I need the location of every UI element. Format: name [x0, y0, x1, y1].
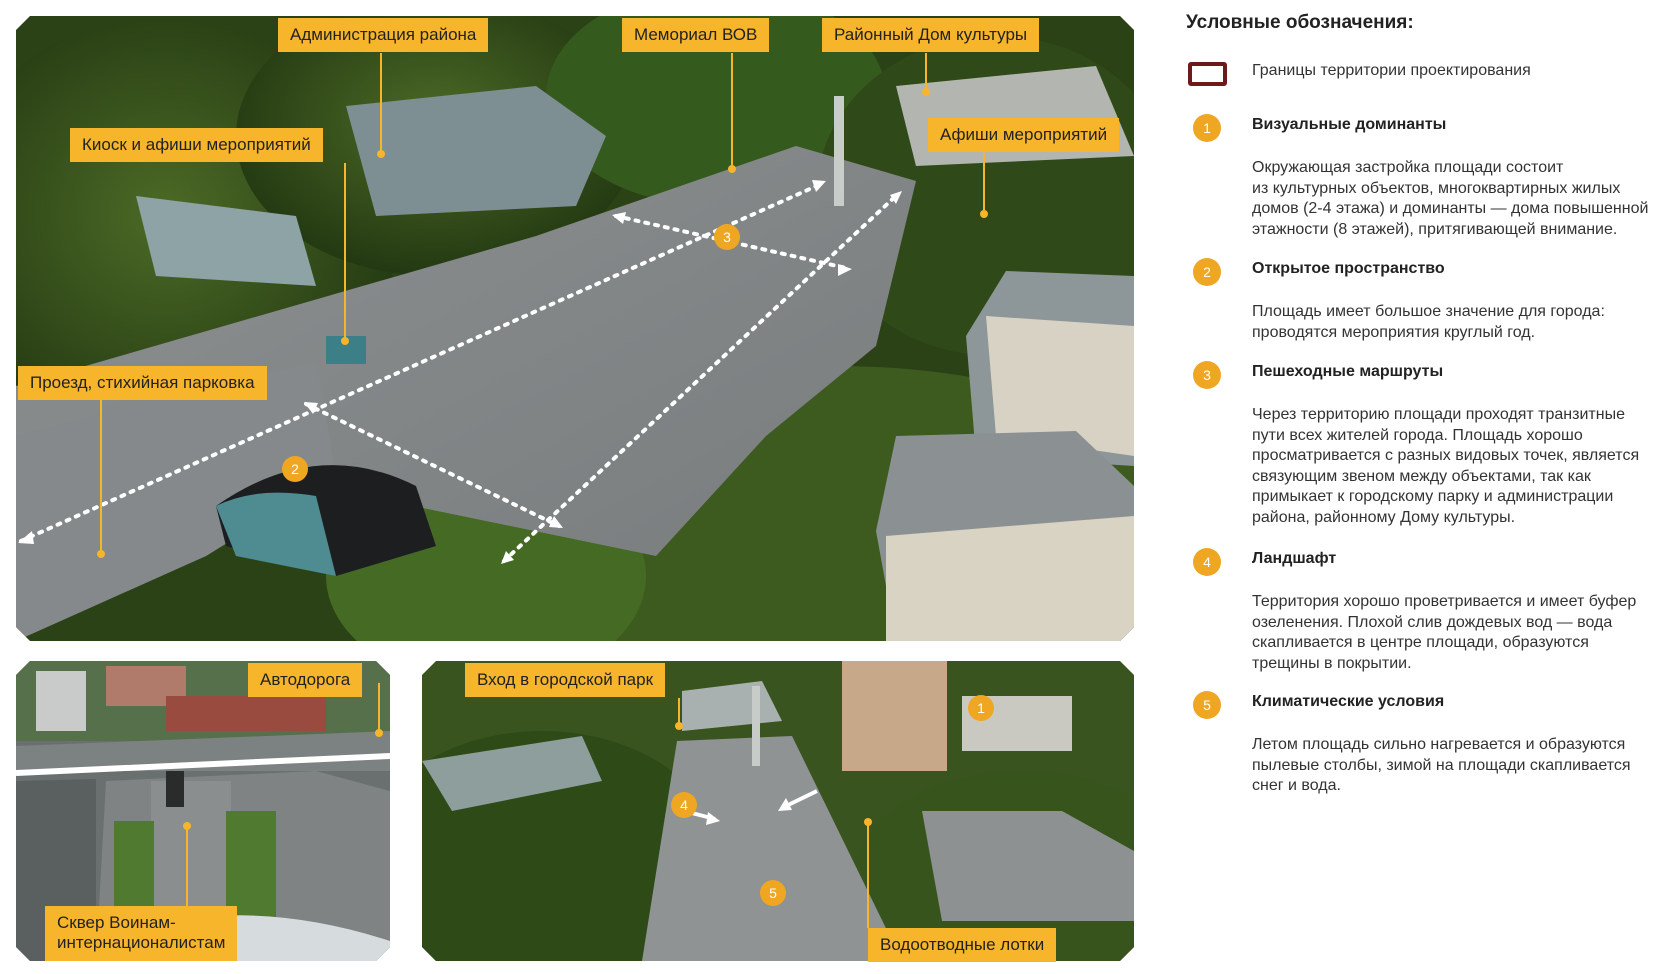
leader-dot [97, 550, 105, 558]
legend-badge-2: 2 [1193, 258, 1221, 286]
leader-dot [375, 729, 383, 737]
leader-line [344, 163, 346, 341]
legend-item-text: Летом площадь сильно нагревается и образ… [1252, 736, 1631, 794]
legend-panel: Условные обозначения: [1186, 12, 1676, 34]
callout-road: Автодорога [248, 663, 363, 698]
leader-dot [728, 165, 736, 173]
leader-line [983, 153, 985, 213]
leader-line [100, 400, 102, 552]
leader-dot [980, 210, 988, 218]
legend-badge-3: 3 [1193, 361, 1221, 389]
callout-park-entrance: Вход в городской парк [465, 663, 666, 698]
photo-marker-3: 3 [714, 224, 740, 250]
boundary-swatch [1188, 62, 1227, 86]
legend-title: Условные обозначения: [1186, 12, 1414, 33]
legend-badge-1: 1 [1193, 114, 1221, 142]
legend-badge-5: 5 [1193, 691, 1221, 719]
leader-line [186, 826, 188, 906]
leader-line [380, 53, 382, 153]
photo-park-entrance [422, 661, 1134, 961]
leader-dot [183, 822, 191, 830]
leader-line [731, 53, 733, 169]
callout-drains: Водоотводные лотки [868, 928, 1057, 963]
aerial-photo-main-square [16, 16, 1134, 641]
legend-item-title: Климатические условия [1252, 693, 1445, 710]
callout-memorial: Мемориал ВОВ [622, 18, 770, 53]
callout-square: Сквер Воинам- интернационалистам [45, 906, 238, 961]
leader-dot [341, 337, 349, 345]
leader-dot [864, 818, 872, 826]
callout-posters: Афиши мероприятий [928, 118, 1120, 153]
leader-line [925, 53, 927, 93]
legend-item-title: Открытое пространство [1252, 260, 1445, 277]
legend-item-title: Ландшафт [1252, 550, 1337, 567]
photo-marker-2: 2 [282, 456, 308, 482]
photo-marker-4: 4 [671, 792, 697, 818]
callout-parking: Проезд, стихийная парковка [18, 366, 267, 401]
callout-kiosk: Киоск и афиши мероприятий [70, 128, 323, 163]
boundary-label: Границы территории проектирования [1252, 62, 1531, 79]
legend-item-text: Через территорию площади проходят транзи… [1252, 406, 1640, 526]
legend-item-text: Территория хорошо проветривается и имеет… [1252, 593, 1637, 672]
leader-dot [377, 150, 385, 158]
leader-line [867, 820, 869, 928]
legend-item-text: Окружающая застройка площади состоит из … [1252, 159, 1649, 238]
leader-dot [675, 722, 683, 730]
leader-line [378, 683, 380, 731]
leader-dot [922, 88, 930, 96]
legend-item-title: Визуальные доминанты [1252, 116, 1447, 133]
legend-item-text: Площадь имеет большое значение для город… [1252, 303, 1605, 341]
legend-badge-4: 4 [1193, 548, 1221, 576]
callout-culture-house: Районный Дом культуры [822, 18, 1040, 53]
photo-marker-1: 1 [968, 695, 994, 721]
photo-marker-5: 5 [760, 880, 786, 906]
legend-item-title: Пешеходные маршруты [1252, 363, 1444, 380]
callout-admin: Администрация района [278, 18, 489, 53]
